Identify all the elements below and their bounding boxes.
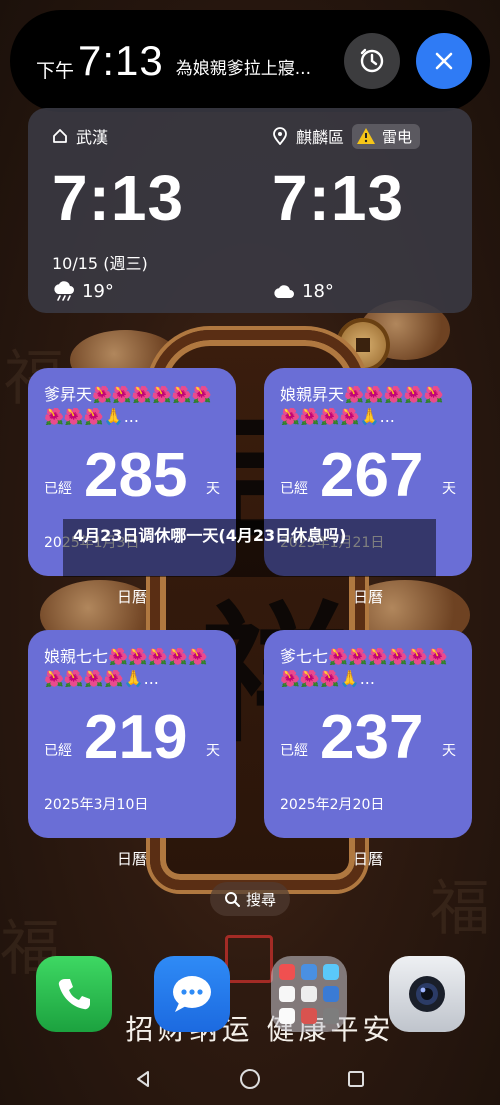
card-prefix: 已經: [280, 481, 308, 497]
card-date: 2025年2月20日: [280, 797, 385, 813]
weather-date: 10/15 (週三): [52, 254, 148, 273]
search-label: 搜尋: [245, 890, 276, 909]
weather-alert-text: 雷电: [382, 127, 413, 146]
card-title: 娘親昇天🌺🌺🌺🌺🌺🌺🌺🌺🌺🙏...: [280, 385, 444, 426]
back-button[interactable]: [132, 1068, 154, 1090]
temperature: 18°: [302, 280, 334, 302]
app-folder-icon: [279, 986, 295, 1002]
weather-date-empty: [272, 250, 420, 272]
card-title: 爹七七🌺🌺🌺🌺🌺🌺🌺🌺🌺🙏...: [280, 647, 448, 688]
home-icon: [53, 129, 67, 143]
weather-time: 7:13: [52, 162, 185, 234]
alarm-clock-icon: [360, 48, 384, 73]
widget-label: 日曆: [352, 850, 383, 868]
card-days-count: 237: [320, 703, 424, 772]
notification-time: 7:13: [78, 37, 164, 84]
card-prefix: 已經: [44, 743, 72, 759]
card-title: 爹昇天🌺🌺🌺🌺🌺🌺🌺🌺🌺🙏...: [44, 385, 212, 426]
app-folder-icon: [323, 964, 339, 980]
search-icon: [224, 892, 240, 907]
wallpaper-seal: [225, 935, 273, 983]
weather-location-wuhan: 武漢 7:13 10/15 (週三) 19°: [52, 122, 184, 306]
temperature: 19°: [82, 280, 114, 302]
phone-icon: [58, 979, 90, 1010]
app-folder-icon: [323, 986, 339, 1002]
messages-app[interactable]: [154, 956, 230, 1032]
app-folder[interactable]: [271, 956, 347, 1032]
card-days-count: 267: [320, 441, 424, 510]
navigation-bar: [0, 1062, 500, 1094]
wallpaper-calligraphy: 招财纳运 健康平安: [125, 1013, 395, 1046]
card-days-count: 285: [84, 441, 188, 510]
widget-label: 日曆: [352, 588, 383, 606]
wallpaper-bg-glyph: 福: [430, 874, 490, 944]
dismiss-button[interactable]: [416, 33, 472, 89]
card-suffix: 天: [206, 481, 220, 497]
alarm-notification[interactable]: 下午 7:13 為娘親爹拉上寢...: [10, 10, 490, 112]
recents-button[interactable]: [345, 1068, 367, 1090]
snooze-button[interactable]: [344, 33, 400, 89]
app-folder-icon: [301, 986, 317, 1002]
card-prefix: 已經: [280, 743, 308, 759]
app-folder-icon: [279, 1008, 295, 1024]
card-date: 2025年3月10日: [44, 797, 149, 813]
warning-icon: [357, 128, 376, 144]
card-suffix: 天: [442, 743, 456, 759]
message-icon: [173, 976, 211, 1012]
app-folder-icon: [279, 964, 295, 980]
cloudy-icon: [274, 285, 294, 298]
recents-icon: [348, 1071, 364, 1087]
card-title: 娘親七七🌺🌺🌺🌺🌺🌺🌺🌺🌺🙏...: [44, 647, 208, 688]
location-name: 武漢: [76, 128, 109, 147]
widget-label: 日曆: [116, 850, 147, 868]
close-icon: [435, 52, 453, 70]
search-button[interactable]: 搜尋: [210, 882, 290, 916]
countdown-card[interactable]: 爹七七🌺🌺🌺🌺🌺🌺🌺🌺🌺🙏... 已經 237 天 2025年2月20日: [264, 630, 472, 838]
rain-cloud-icon: [54, 281, 74, 301]
location-name: 麒麟區: [296, 128, 345, 147]
card-suffix: 天: [442, 481, 456, 497]
article-title-overlay: 4月23日调休哪一天(4月23日休息吗): [63, 519, 436, 577]
card-prefix: 已經: [44, 481, 72, 497]
home-button[interactable]: [239, 1068, 261, 1090]
app-folder-icon: [301, 1008, 317, 1024]
app-folder-icon: [323, 1008, 339, 1024]
countdown-card[interactable]: 娘親七七🌺🌺🌺🌺🌺🌺🌺🌺🌺🙏... 已經 219 天 2025年3月10日: [28, 630, 236, 838]
weather-location-qilin: 麒麟區 雷电 7:13 18°: [272, 122, 421, 306]
back-icon: [137, 1071, 149, 1087]
camera-app[interactable]: [389, 956, 465, 1032]
location-pin-icon: [273, 127, 287, 145]
app-folder-icon: [301, 964, 317, 980]
notification-ampm: 下午: [36, 59, 75, 82]
phone-app[interactable]: [36, 956, 112, 1032]
weather-widget[interactable]: 武漢 7:13 10/15 (週三) 19° 麒麟區 雷电 7:13 18°: [28, 108, 472, 313]
camera-icon: [409, 976, 445, 1012]
home-circle-icon: [240, 1069, 260, 1089]
weather-time: 7:13: [272, 162, 405, 234]
card-days-count: 219: [84, 703, 188, 772]
widget-label: 日曆: [116, 588, 147, 606]
card-suffix: 天: [206, 743, 220, 759]
notification-message: 為娘親爹拉上寢...: [175, 58, 311, 79]
weather-alert-badge[interactable]: 雷电: [352, 123, 421, 149]
